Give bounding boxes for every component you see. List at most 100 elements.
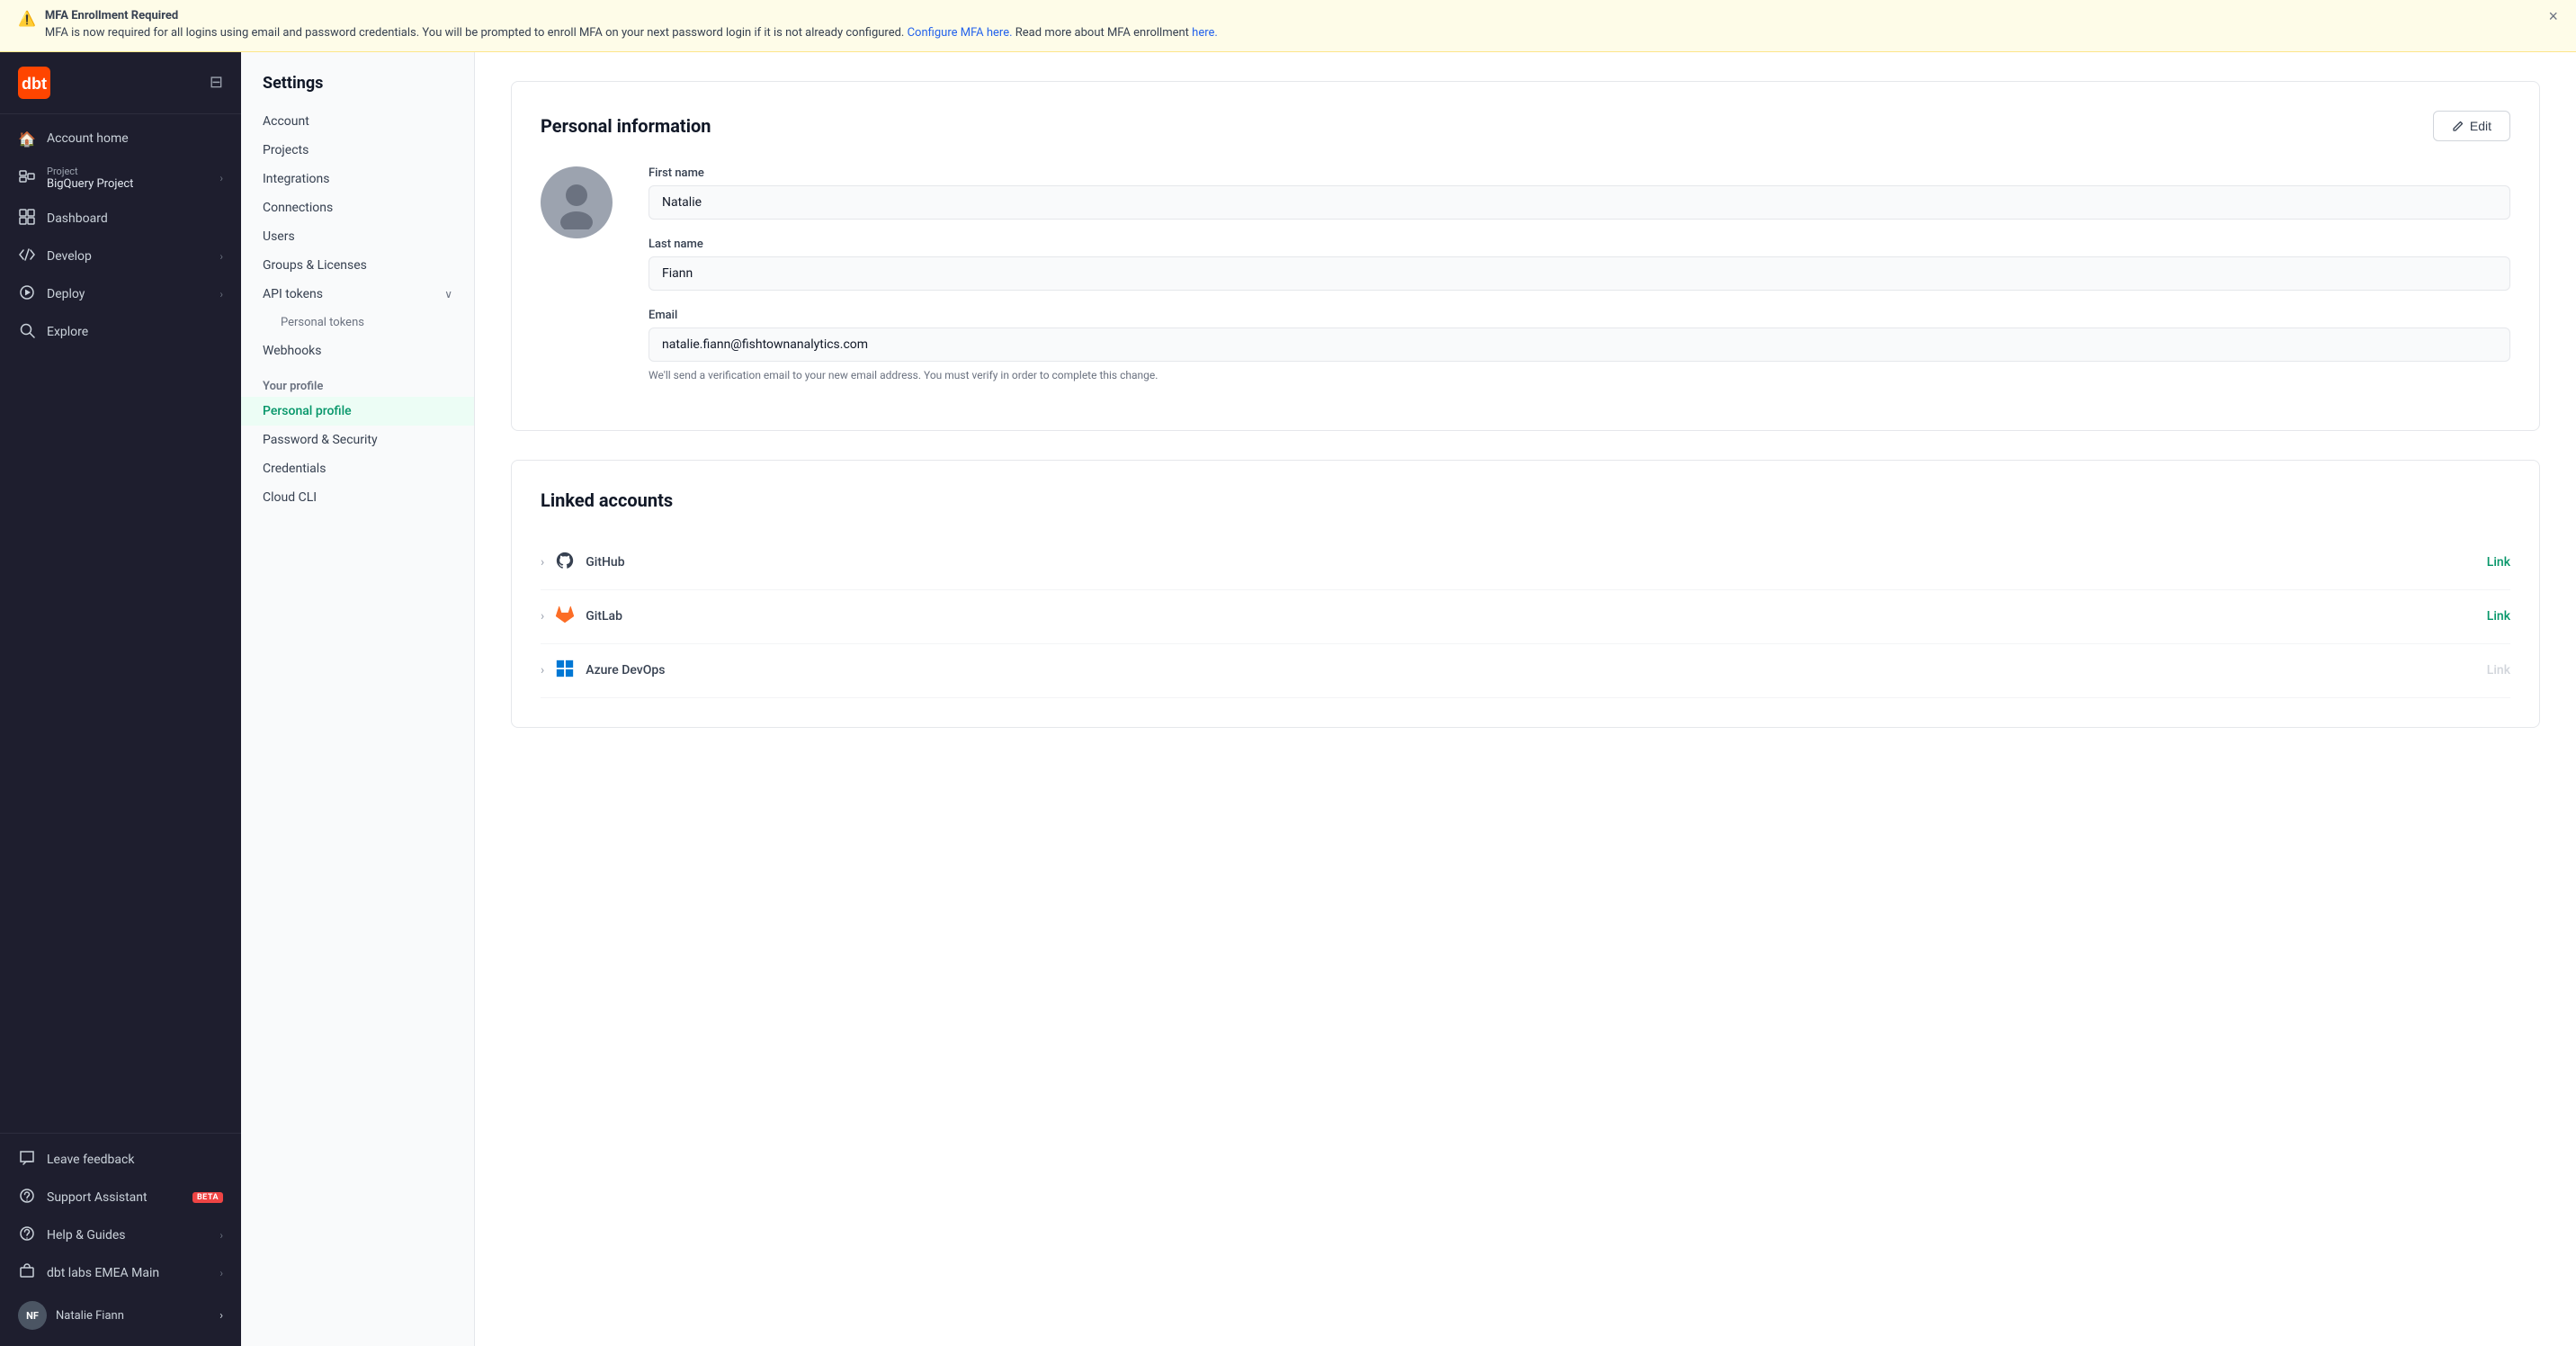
- banner-configure-link[interactable]: Configure MFA here.: [908, 26, 1013, 40]
- support-icon: [18, 1188, 36, 1207]
- edit-button[interactable]: Edit: [2433, 111, 2510, 141]
- github-link-button[interactable]: Link: [2487, 555, 2510, 570]
- sidebar-item-support-assistant[interactable]: Support Assistant BETA: [0, 1179, 241, 1216]
- sidebar-navigation: 🏠 Account home Project BigQuery Project …: [0, 114, 241, 1134]
- sidebar-item-dashboard[interactable]: Dashboard: [0, 200, 241, 238]
- first-name-field: First name Natalie: [648, 166, 2510, 220]
- sidebar-user-name: Natalie Fiann: [56, 1309, 124, 1323]
- email-label: Email: [648, 309, 2510, 322]
- sidebar-item-develop[interactable]: Develop ›: [0, 238, 241, 275]
- github-icon: [555, 551, 575, 575]
- settings-nav-personal-tokens[interactable]: Personal tokens: [241, 309, 474, 336]
- avatar: NF: [18, 1301, 47, 1330]
- settings-nav-connections[interactable]: Connections: [241, 193, 474, 222]
- sidebar-item-label: Account home: [47, 131, 223, 146]
- sidebar-org-label: dbt labs EMEA Main: [47, 1266, 209, 1280]
- sidebar-item-help-guides[interactable]: Help & Guides ›: [0, 1216, 241, 1254]
- form-fields: First name Natalie Last name Fiann Email…: [648, 166, 2510, 401]
- home-icon: 🏠: [18, 130, 36, 148]
- linked-accounts-title: Linked accounts: [541, 489, 673, 511]
- chevron-right-icon: ›: [219, 1229, 223, 1242]
- settings-nav-cloud-cli[interactable]: Cloud CLI: [241, 483, 474, 512]
- github-row: › GitHub Link: [541, 536, 2510, 590]
- github-name: GitHub: [586, 555, 624, 570]
- azure-devops-icon: [555, 659, 575, 683]
- chevron-right-icon[interactable]: ›: [541, 555, 544, 570]
- deploy-icon: [18, 284, 36, 304]
- banner-here-link[interactable]: here.: [1192, 26, 1218, 40]
- feedback-icon: [18, 1150, 36, 1170]
- last-name-value: Fiann: [648, 256, 2510, 291]
- content-area: Personal information Edit: [475, 52, 2576, 1346]
- project-sublabel: Project: [47, 166, 209, 177]
- banner-title: MFA Enrollment Required: [45, 9, 2540, 22]
- settings-nav-account[interactable]: Account: [241, 107, 474, 136]
- dbt-logo: dbt: [18, 67, 50, 99]
- mfa-banner: ⚠️ MFA Enrollment Required MFA is now re…: [0, 0, 2576, 52]
- chevron-right-icon[interactable]: ›: [541, 609, 544, 624]
- banner-close-button[interactable]: ×: [2548, 7, 2558, 26]
- org-icon: [18, 1263, 36, 1283]
- first-name-value: Natalie: [648, 185, 2510, 220]
- settings-nav-webhooks[interactable]: Webhooks: [241, 336, 474, 365]
- settings-sidebar: Settings Account Projects Integrations C…: [241, 52, 475, 1346]
- sidebar-item-account-home[interactable]: 🏠 Account home: [0, 121, 241, 157]
- last-name-label: Last name: [648, 238, 2510, 251]
- dashboard-icon: [18, 209, 36, 229]
- chevron-right-icon: ›: [219, 250, 223, 263]
- sidebar-dashboard-label: Dashboard: [47, 211, 223, 226]
- sidebar-bottom: Leave feedback Support Assistant BETA He…: [0, 1133, 241, 1346]
- settings-nav-password-security[interactable]: Password & Security: [241, 426, 474, 454]
- chevron-right-icon: ›: [219, 172, 223, 184]
- settings-nav-projects[interactable]: Projects: [241, 136, 474, 165]
- sidebar-toggle-button[interactable]: ⊟: [210, 73, 223, 92]
- settings-nav-credentials[interactable]: Credentials: [241, 454, 474, 483]
- chevron-right-icon: ›: [219, 1309, 223, 1323]
- azure-name: Azure DevOps: [586, 663, 665, 677]
- sidebar-develop-label: Develop: [47, 249, 209, 264]
- warning-icon: ⚠️: [18, 10, 36, 27]
- beta-badge: BETA: [192, 1192, 223, 1203]
- personal-info-header: Personal information Edit: [541, 111, 2510, 141]
- chevron-right-icon: ›: [219, 1267, 223, 1279]
- project-icon: [18, 168, 36, 188]
- chevron-down-icon: ∨: [444, 288, 452, 301]
- sidebar-item-deploy[interactable]: Deploy ›: [0, 275, 241, 313]
- settings-nav-users[interactable]: Users: [241, 222, 474, 251]
- personal-info-card: Personal information Edit: [511, 81, 2540, 431]
- personal-info-body: First name Natalie Last name Fiann Email…: [541, 166, 2510, 401]
- settings-nav-api-tokens[interactable]: API tokens ∨: [241, 280, 474, 309]
- chevron-right-icon: ›: [219, 288, 223, 301]
- sidebar-logo: dbt ⊟: [0, 52, 241, 114]
- azure-link-button: Link: [2487, 663, 2510, 677]
- sidebar-item-dbt-labs[interactable]: dbt labs EMEA Main ›: [0, 1254, 241, 1292]
- sidebar-item-leave-feedback[interactable]: Leave feedback: [0, 1141, 241, 1179]
- last-name-field: Last name Fiann: [648, 238, 2510, 291]
- gitlab-icon: [555, 605, 575, 629]
- api-tokens-label: API tokens: [263, 287, 323, 301]
- sidebar-item-project[interactable]: Project BigQuery Project ›: [0, 157, 241, 200]
- personal-info-title: Personal information: [541, 115, 711, 137]
- avatar: [541, 166, 613, 238]
- settings-nav-personal-profile[interactable]: Personal profile: [241, 397, 474, 426]
- gitlab-name: GitLab: [586, 609, 622, 624]
- settings-nav-integrations[interactable]: Integrations: [241, 165, 474, 193]
- svg-text:dbt: dbt: [22, 75, 47, 93]
- banner-content: MFA Enrollment Required MFA is now requi…: [45, 9, 2540, 42]
- edit-label: Edit: [2470, 119, 2491, 133]
- project-name: BigQuery Project: [47, 177, 209, 191]
- chevron-right-icon[interactable]: ›: [541, 663, 544, 677]
- email-value: natalie.fiann@fishtownanalytics.com: [648, 328, 2510, 362]
- settings-title: Settings: [241, 74, 474, 107]
- email-hint: We'll send a verification email to your …: [648, 367, 2510, 383]
- sidebar-item-explore[interactable]: Explore: [0, 313, 241, 351]
- email-field: Email natalie.fiann@fishtownanalytics.co…: [648, 309, 2510, 383]
- sidebar-feedback-label: Leave feedback: [47, 1153, 223, 1167]
- gitlab-link-button[interactable]: Link: [2487, 609, 2510, 624]
- sidebar-help-label: Help & Guides: [47, 1228, 209, 1243]
- azure-devops-row: › Azure DevOps Link: [541, 644, 2510, 698]
- sidebar-user[interactable]: NF Natalie Fiann ›: [0, 1292, 241, 1339]
- first-name-label: First name: [648, 166, 2510, 180]
- sidebar: dbt ⊟ 🏠 Account home Project BigQuery Pr…: [0, 52, 241, 1346]
- settings-nav-groups[interactable]: Groups & Licenses: [241, 251, 474, 280]
